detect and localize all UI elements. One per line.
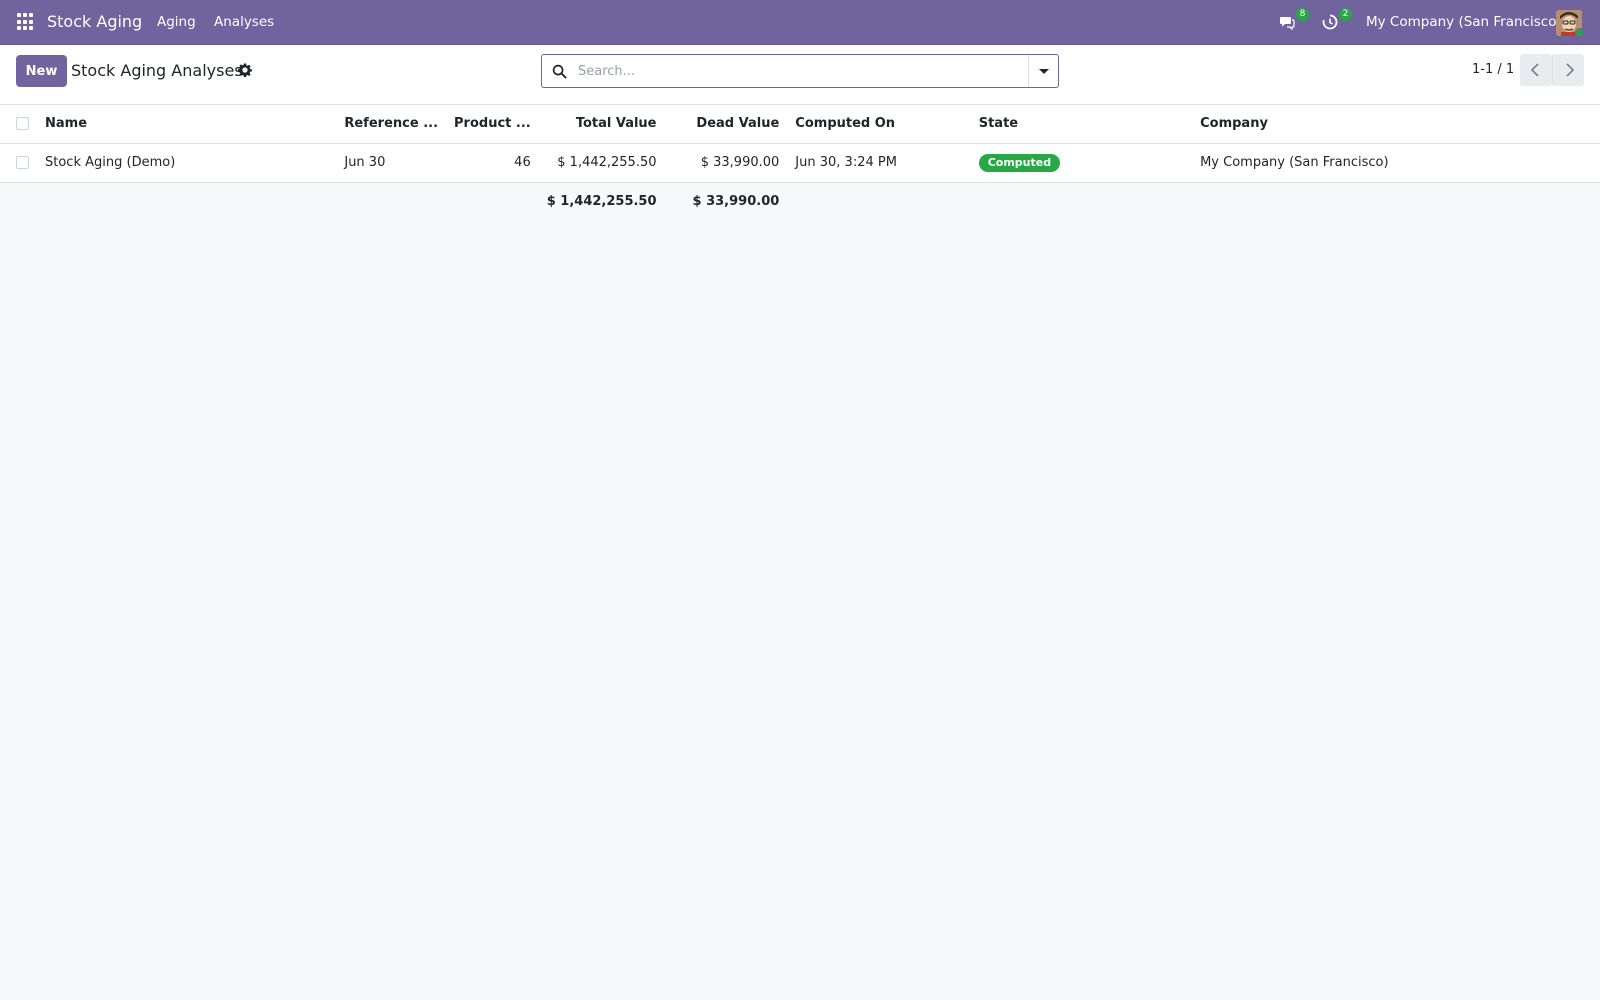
app-title[interactable]: Stock Aging	[47, 12, 142, 31]
activities-badge: 2	[1339, 8, 1352, 21]
select-all-checkbox[interactable]	[16, 117, 29, 131]
page-title: Stock Aging Analyses	[71, 61, 243, 80]
column-header-dead-value[interactable]: Dead Value	[664, 105, 788, 144]
select-all-cell	[0, 105, 37, 144]
table-header-row: Name Reference ... Product ... Total Val…	[0, 105, 1600, 144]
cell-total-value[interactable]: $ 1,442,255.50	[538, 143, 665, 183]
search-box	[541, 54, 1059, 88]
pager-value[interactable]: 1-1 / 1	[1472, 62, 1514, 77]
menu-analyses[interactable]: Analyses	[214, 14, 274, 30]
caret-down-icon	[1039, 69, 1049, 74]
apps-grid-icon[interactable]	[17, 13, 35, 31]
cell-reference[interactable]: Jun 30	[336, 143, 447, 183]
cell-dead-value[interactable]: $ 33,990.00	[664, 143, 788, 183]
column-header-total-value[interactable]: Total Value	[538, 105, 665, 144]
column-header-state[interactable]: State	[970, 105, 1193, 144]
control-panel: New Stock Aging Analyses 1-1 / 1	[0, 45, 1600, 105]
chevron-left-icon	[1530, 63, 1539, 77]
company-switcher[interactable]: My Company (San Francisco)	[1366, 14, 1562, 30]
table-row[interactable]: Stock Aging (Demo) Jun 30 46 $ 1,442,255…	[0, 143, 1600, 183]
chevron-right-icon	[1566, 63, 1575, 77]
new-button[interactable]: New	[16, 55, 67, 87]
search-input[interactable]	[578, 61, 1008, 81]
cell-computed-on[interactable]: Jun 30, 3:24 PM	[787, 143, 971, 183]
pager-next-button[interactable]	[1552, 54, 1584, 86]
online-status-dot	[1575, 28, 1584, 37]
column-header-product[interactable]: Product ...	[446, 105, 539, 144]
total-value-sum: $ 1,442,255.50	[538, 182, 665, 220]
cell-state[interactable]: Computed	[970, 143, 1193, 183]
analyses-list-table: Name Reference ... Product ... Total Val…	[0, 105, 1600, 220]
column-header-name[interactable]: Name	[37, 105, 337, 144]
pager-previous-button[interactable]	[1520, 54, 1552, 86]
menu-aging[interactable]: Aging	[157, 14, 196, 30]
totals-row: $ 1,442,255.50 $ 33,990.00	[0, 182, 1600, 220]
clock-icon	[1322, 14, 1338, 30]
cell-company[interactable]: My Company (San Francisco)	[1192, 143, 1600, 183]
dead-value-sum: $ 33,990.00	[664, 182, 788, 220]
activities-button[interactable]: 2	[1322, 8, 1352, 33]
search-icon	[552, 64, 567, 79]
cell-name[interactable]: Stock Aging (Demo)	[37, 143, 337, 183]
chat-icon	[1280, 17, 1295, 30]
row-checkbox[interactable]	[16, 156, 29, 169]
column-header-computed-on[interactable]: Computed On	[787, 105, 971, 144]
status-badge: Computed	[978, 153, 1061, 172]
gear-icon[interactable]	[238, 63, 252, 77]
main-navbar: Stock Aging Aging Analyses 8 2 My Compan…	[0, 0, 1600, 45]
cell-product[interactable]: 46	[446, 143, 539, 183]
messages-button[interactable]: 8	[1279, 8, 1309, 33]
column-header-company[interactable]: Company	[1192, 105, 1600, 144]
messages-badge: 8	[1296, 8, 1309, 21]
search-options-toggle[interactable]	[1028, 55, 1058, 87]
row-select-cell	[0, 143, 37, 183]
column-header-reference[interactable]: Reference ...	[336, 105, 447, 144]
